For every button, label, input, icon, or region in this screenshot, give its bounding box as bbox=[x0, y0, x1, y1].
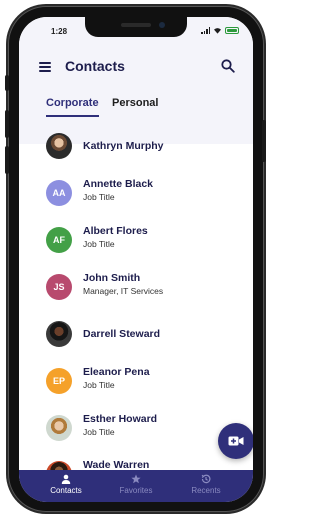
nav-label: Contacts bbox=[50, 486, 82, 495]
nav-favorites[interactable]: Favorites bbox=[101, 474, 171, 495]
status-time: 1:28 bbox=[51, 27, 68, 36]
wifi-icon bbox=[214, 28, 221, 34]
avatar: EP bbox=[46, 368, 72, 394]
speaker bbox=[121, 23, 151, 27]
contact-name: Esther Howard bbox=[83, 413, 158, 425]
list-item[interactable]: JS John Smith Manager, IT Services bbox=[19, 269, 253, 313]
status-bar: 1:28 bbox=[19, 17, 253, 47]
menu-icon[interactable] bbox=[39, 62, 51, 72]
contact-subtitle: Job Title bbox=[83, 380, 115, 390]
history-icon bbox=[201, 474, 211, 484]
nav-label: Favorites bbox=[119, 486, 153, 495]
person-icon bbox=[61, 474, 71, 484]
video-call-button[interactable] bbox=[218, 423, 253, 459]
contact-name: Annette Black bbox=[83, 178, 154, 190]
tab-personal[interactable]: Personal bbox=[112, 97, 158, 109]
nav-contacts[interactable]: Contacts bbox=[31, 474, 101, 495]
list-item[interactable]: AF Albert Flores Job Title bbox=[19, 222, 253, 266]
avatar bbox=[46, 321, 72, 347]
avatar-initials: JS bbox=[53, 282, 65, 292]
side-button bbox=[5, 146, 9, 174]
contact-subtitle: Job Title bbox=[83, 192, 115, 202]
contact-name: John Smith bbox=[83, 272, 141, 284]
app-header: 1:28 Contacts Corporate Personal bbox=[19, 17, 253, 144]
contact-name: Darrell Steward bbox=[83, 328, 161, 340]
list-item[interactable]: Esther Howard Job Title bbox=[19, 410, 253, 454]
nav-label: Recents bbox=[191, 486, 221, 495]
avatar bbox=[46, 415, 72, 441]
contact-subtitle: Job Title bbox=[83, 239, 115, 249]
tab-corporate[interactable]: Corporate bbox=[46, 97, 99, 117]
battery-icon bbox=[225, 27, 239, 34]
avatar bbox=[46, 133, 72, 159]
search-icon[interactable] bbox=[221, 59, 235, 73]
side-button bbox=[262, 120, 266, 162]
toolbar: Contacts bbox=[19, 53, 253, 83]
contact-name: Kathryn Murphy bbox=[83, 140, 164, 152]
list-item[interactable]: Kathryn Murphy bbox=[19, 128, 253, 172]
side-button bbox=[5, 75, 9, 91]
contact-subtitle: Manager, IT Services bbox=[83, 286, 164, 296]
list-item[interactable]: Darrell Steward bbox=[19, 316, 253, 360]
list-item[interactable]: EP Eleanor Pena Job Title bbox=[19, 363, 253, 407]
avatar: AA bbox=[46, 180, 72, 206]
contact-name: Eleanor Pena bbox=[83, 366, 150, 378]
list-item[interactable]: AA Annette Black Job Title bbox=[19, 175, 253, 219]
bottom-nav: Contacts Favorites Recents bbox=[19, 470, 253, 502]
status-icons bbox=[201, 27, 239, 34]
star-icon bbox=[131, 474, 141, 484]
page-title: Contacts bbox=[65, 58, 125, 74]
video-call-icon bbox=[228, 436, 244, 446]
avatar-initials: AF bbox=[53, 235, 65, 245]
contact-name: Albert Flores bbox=[83, 225, 148, 237]
tab-bar: Corporate Personal bbox=[19, 97, 253, 127]
avatar-initials: EP bbox=[52, 376, 65, 386]
contact-subtitle: Job Title bbox=[83, 427, 115, 437]
notch bbox=[85, 17, 187, 37]
avatar: AF bbox=[46, 227, 72, 253]
phone-screen: 1:28 Contacts Corporate Personal Kathryn… bbox=[19, 17, 253, 502]
avatar: JS bbox=[46, 274, 72, 300]
side-button bbox=[5, 110, 9, 138]
avatar-initials: AA bbox=[52, 188, 66, 198]
front-camera bbox=[159, 22, 165, 28]
signal-icon bbox=[201, 27, 210, 34]
nav-recents[interactable]: Recents bbox=[171, 474, 241, 495]
